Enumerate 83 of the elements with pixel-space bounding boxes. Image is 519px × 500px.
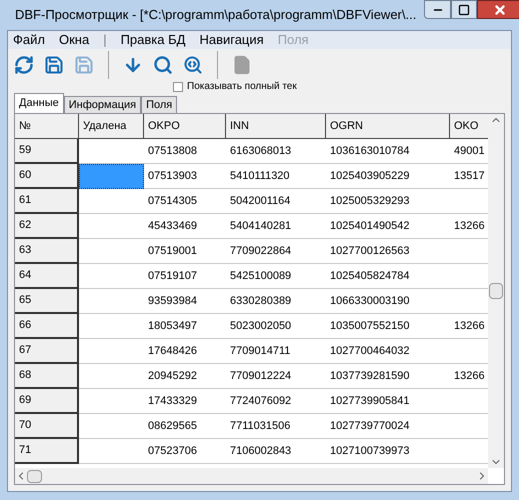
table-cell: 08629565	[144, 414, 226, 439]
table-cell: 7709012224	[226, 364, 326, 389]
row-header[interactable]: 65	[15, 289, 79, 314]
table-cell: 18053497	[144, 314, 226, 339]
table-cell: 07513808	[144, 139, 226, 164]
scroll-thumb[interactable]	[489, 283, 503, 299]
table-cell: 07514305	[144, 189, 226, 214]
table-cell: 07513903	[144, 164, 226, 189]
table-cell: 7709022864	[226, 239, 326, 264]
table-cell: 1025401490542	[326, 214, 450, 239]
close-icon	[493, 2, 508, 16]
table-cell: 17648426	[144, 339, 226, 364]
save-icon[interactable]	[44, 55, 64, 75]
column-header[interactable]: INN	[226, 114, 326, 139]
table-cell: 5023002050	[226, 314, 326, 339]
table-cell: 1066330003190	[326, 289, 450, 314]
table-cell: 93593984	[144, 289, 226, 314]
column-header[interactable]: Удалена	[79, 114, 144, 139]
table-cell: 5042001164	[226, 189, 326, 214]
table-cell: 1027700464032	[326, 339, 450, 364]
menu-item[interactable]: Правка БД	[120, 31, 186, 50]
maximize-button[interactable]	[451, 0, 478, 19]
table-cell: 07519001	[144, 239, 226, 264]
column-header[interactable]: №	[15, 114, 79, 139]
row-header[interactable]: 71	[15, 439, 79, 464]
row-header[interactable]: 67	[15, 339, 79, 364]
table-cell: 1036163010784	[326, 139, 450, 164]
checkbox-label: Показывать полный тек	[187, 81, 297, 93]
close-button[interactable]	[477, 0, 519, 19]
table-cell: 17433329	[144, 389, 226, 414]
row-header[interactable]: 60	[15, 164, 79, 189]
row-header[interactable]: 61	[15, 189, 79, 214]
tab[interactable]: Информация	[64, 96, 142, 113]
minimize-button[interactable]	[424, 0, 452, 19]
row-header[interactable]: 62	[15, 214, 79, 239]
menu-item[interactable]: Навигация	[199, 31, 264, 50]
table-cell: 1037739281590	[326, 364, 450, 389]
refresh-icon[interactable]	[14, 55, 34, 75]
table-cell[interactable]	[79, 164, 144, 189]
table-cell: 20945292	[144, 364, 226, 389]
search-next-icon[interactable]	[183, 55, 203, 75]
table-cell: 6163068013	[226, 139, 326, 164]
search-icon[interactable]	[153, 55, 173, 75]
menu-item[interactable]: Файл	[13, 31, 45, 50]
table-cell: 1025005329293	[326, 189, 450, 214]
window-title: DBF-Просмотрщик - [*C:\programm\работа\programm\DBFViewer\...	[15, 6, 416, 24]
table-cell: 45433469	[144, 214, 226, 239]
table-cell: 6330280389	[226, 289, 326, 314]
table-cell: 7724076092	[226, 389, 326, 414]
menu-item[interactable]: Окна	[58, 31, 90, 50]
menu-separator: |	[103, 31, 107, 50]
column-header[interactable]: OKO	[450, 114, 488, 139]
row-header[interactable]: 68	[15, 364, 79, 389]
tab[interactable]: Данные	[14, 93, 64, 113]
table-cell: 5410111320	[226, 164, 326, 189]
table-cell: 07523706	[144, 439, 226, 464]
row-header[interactable]: 69	[15, 389, 79, 414]
table-cell: 1035007552150	[326, 314, 450, 339]
table-cell: 1027739905841	[326, 389, 450, 414]
row-header[interactable]: 63	[15, 239, 79, 264]
row-header[interactable]: 59	[15, 139, 79, 164]
table-cell: 1025403905229	[326, 164, 450, 189]
checkbox[interactable]	[173, 82, 183, 92]
horizontal-scrollbar[interactable]	[15, 468, 488, 484]
column-header[interactable]: OKPO	[144, 114, 226, 139]
row-header[interactable]: 66	[15, 314, 79, 339]
table-cell: 1027100739973	[326, 439, 450, 464]
maximize-icon	[458, 4, 470, 16]
table-cell: 1027700126563	[326, 239, 450, 264]
table-cell: 07519107	[144, 264, 226, 289]
row-header[interactable]: 64	[15, 264, 79, 289]
column-header[interactable]: OGRN	[326, 114, 450, 139]
scroll-thumb[interactable]	[27, 470, 42, 482]
table-cell: 1027739770024	[326, 414, 450, 439]
table-cell: 1025405824784	[326, 264, 450, 289]
table-cell: 7709014711	[226, 339, 326, 364]
table-cell: 5425100089	[226, 264, 326, 289]
vertical-scrollbar[interactable]	[488, 114, 504, 468]
table-cell: 7106002843	[226, 439, 326, 464]
table-cell: 7711031506	[226, 414, 326, 439]
table-cell: 5404140281	[226, 214, 326, 239]
row-header[interactable]: 70	[15, 414, 79, 439]
tab[interactable]: Поля	[141, 96, 178, 113]
